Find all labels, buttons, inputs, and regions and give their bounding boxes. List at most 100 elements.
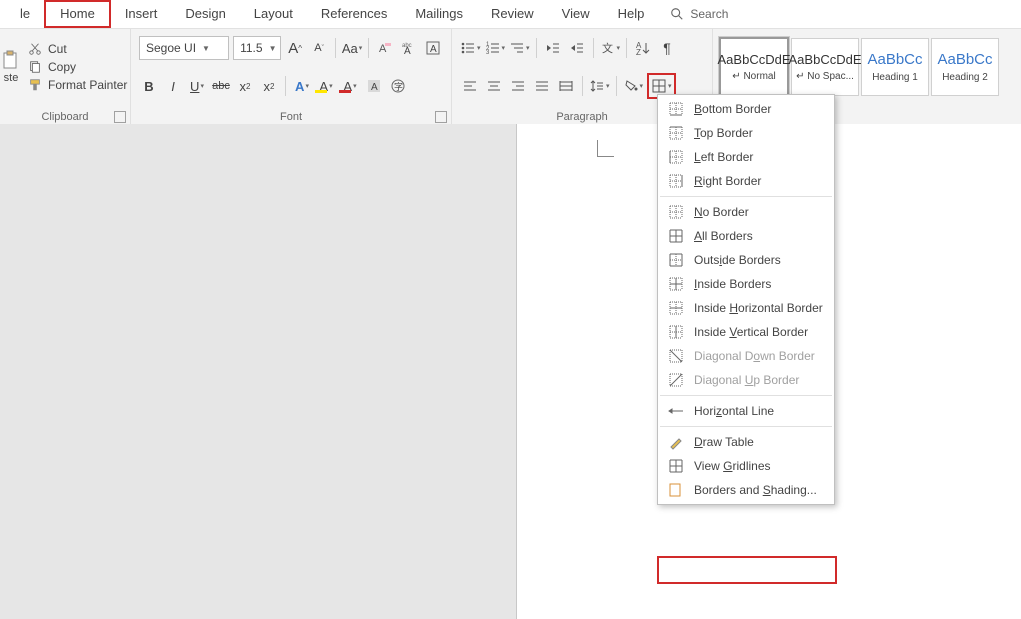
- subscript-button[interactable]: x2: [235, 75, 255, 97]
- multilevel-icon: [509, 40, 525, 56]
- menu-item-hline[interactable]: Horizontal Line: [658, 399, 834, 423]
- draw-icon: [668, 434, 684, 450]
- font-size-combo[interactable]: 11.5 ▼: [233, 36, 281, 60]
- menu-item-insidev[interactable]: Inside Vertical Border: [658, 320, 834, 344]
- format-painter-button[interactable]: Format Painter: [28, 78, 130, 92]
- decrease-indent-button[interactable]: [543, 37, 563, 59]
- shading-button[interactable]: ▾: [623, 75, 644, 97]
- top-icon: [668, 125, 684, 141]
- tab-help[interactable]: Help: [604, 0, 659, 28]
- tab-insert[interactable]: Insert: [111, 0, 172, 28]
- multilevel-button[interactable]: ▾: [509, 37, 530, 59]
- group-font: Segoe UI▼ 11.5▼ A^ Aˇ Aa▾ A abcA A B I U…: [131, 29, 452, 125]
- style--no-spac-[interactable]: AaBbCcDdE↵ No Spac...: [791, 38, 859, 96]
- align-left-button[interactable]: [460, 75, 480, 97]
- numbering-button[interactable]: 123▾: [485, 37, 506, 59]
- clipboard-launcher[interactable]: [114, 111, 126, 123]
- style-preview: AaBbCc: [867, 51, 922, 68]
- inside-icon: [668, 276, 684, 292]
- character-border-button[interactable]: A: [423, 37, 443, 59]
- menu-separator: [660, 395, 832, 396]
- bullets-button[interactable]: ▾: [460, 37, 481, 59]
- menu-item-left[interactable]: Left Border: [658, 145, 834, 169]
- menu-item-label: All Borders: [694, 229, 753, 243]
- borders-dropdown: Bottom Border Top Border Left BorderRight …: [657, 94, 835, 505]
- asian-layout-button[interactable]: 文▾: [600, 37, 621, 59]
- borders-icon: [651, 78, 667, 94]
- superscript-button[interactable]: x2: [259, 75, 279, 97]
- align-right-icon: [510, 78, 526, 94]
- enclose-chars-button[interactable]: 字: [388, 75, 408, 97]
- italic-button[interactable]: I: [163, 75, 183, 97]
- document-area: [0, 124, 1021, 619]
- menu-item-insideh[interactable]: Inside Horizontal Border: [658, 296, 834, 320]
- style--normal[interactable]: AaBbCcDdE↵ Normal: [719, 37, 789, 97]
- tab-layout[interactable]: Layout: [240, 0, 307, 28]
- menu-item-outside[interactable]: Outside Borders: [658, 248, 834, 272]
- tab-view[interactable]: View: [548, 0, 604, 28]
- chevron-down-icon: ▼: [269, 44, 277, 53]
- menu-item-label: Draw Table: [694, 435, 754, 449]
- menu-item-all[interactable]: All Borders: [658, 224, 834, 248]
- menu-item-draw[interactable]: Draw Table: [658, 430, 834, 454]
- menu-item-label: No Border: [694, 205, 749, 219]
- style-heading-2[interactable]: AaBbCcHeading 2: [931, 38, 999, 96]
- group-clipboard: ste Cut Copy Format Painter Clipboard: [0, 29, 131, 125]
- tab-mailings[interactable]: Mailings: [401, 0, 477, 28]
- distributed-button[interactable]: [556, 75, 576, 97]
- bold-button[interactable]: B: [139, 75, 159, 97]
- change-case-button[interactable]: Aa▾: [342, 37, 362, 59]
- cut-button[interactable]: Cut: [28, 42, 130, 56]
- font-size-value: 11.5: [240, 41, 262, 55]
- shrink-font-button[interactable]: Aˇ: [309, 37, 329, 59]
- clear-formatting-button[interactable]: A: [375, 37, 395, 59]
- text-effects-button[interactable]: A▾: [292, 75, 312, 97]
- tab-references[interactable]: References: [307, 0, 401, 28]
- shading-icon: [668, 482, 684, 498]
- tab-home[interactable]: Home: [44, 0, 111, 28]
- phonetic-guide-button[interactable]: abcA: [399, 37, 419, 59]
- style-heading-1[interactable]: AaBbCc Heading 1: [861, 38, 929, 96]
- style-name: Heading 1: [872, 72, 918, 83]
- align-right-button[interactable]: [508, 75, 528, 97]
- menu-item-shading[interactable]: Borders and Shading...: [658, 478, 834, 502]
- menu-item-inside[interactable]: Inside Borders: [658, 272, 834, 296]
- strikethrough-button[interactable]: abc: [211, 75, 231, 97]
- tab-design[interactable]: Design: [171, 0, 239, 28]
- tab-file[interactable]: le: [6, 0, 44, 28]
- asian-layout-icon: 文: [600, 40, 616, 56]
- char-shading-button[interactable]: A: [364, 75, 384, 97]
- menu-item-none[interactable]: No Border: [658, 200, 834, 224]
- paste-button[interactable]: ste: [0, 29, 22, 105]
- sort-button[interactable]: AZ: [633, 37, 653, 59]
- underline-button[interactable]: U▾: [187, 75, 207, 97]
- menu-item-right[interactable]: Right Border: [658, 169, 834, 193]
- enclose-icon: 字: [390, 78, 406, 94]
- align-justify-icon: [534, 78, 550, 94]
- menu-item-top[interactable]: Top Border: [658, 121, 834, 145]
- line-spacing-button[interactable]: ▾: [589, 75, 610, 97]
- grow-font-button[interactable]: A^: [285, 37, 305, 59]
- style-preview: AaBbCcDdE: [789, 52, 862, 67]
- show-marks-button[interactable]: ¶: [657, 37, 677, 59]
- increase-indent-button[interactable]: [567, 37, 587, 59]
- diagdown-icon: [668, 348, 684, 364]
- menu-item-grid[interactable]: View Gridlines: [658, 454, 834, 478]
- svg-text:A: A: [404, 46, 411, 56]
- copy-button[interactable]: Copy: [28, 60, 130, 74]
- char-border-icon: A: [425, 40, 441, 56]
- font-color-button[interactable]: A▾: [340, 75, 360, 97]
- search-icon: [670, 7, 684, 21]
- font-family-combo[interactable]: Segoe UI▼: [139, 36, 229, 60]
- align-center-button[interactable]: [484, 75, 504, 97]
- font-launcher[interactable]: [435, 111, 447, 123]
- menu-item-bottom[interactable]: Bottom Border: [658, 97, 834, 121]
- svg-text:Z: Z: [636, 48, 641, 56]
- highlight-button[interactable]: A▾: [316, 75, 336, 97]
- menu-item-diagup: Diagonal Up Border: [658, 368, 834, 392]
- align-justify-button[interactable]: [532, 75, 552, 97]
- tab-review[interactable]: Review: [477, 0, 548, 28]
- menu-item-label: Top Border: [694, 126, 753, 140]
- search-button[interactable]: Search: [658, 7, 740, 21]
- brush-icon: [28, 78, 42, 92]
